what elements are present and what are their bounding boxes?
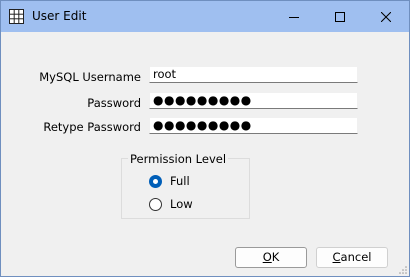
cancel-label-rest: ancel (340, 250, 372, 264)
radio-low-circle[interactable] (149, 197, 162, 211)
password-label: Password (87, 96, 141, 110)
password-input[interactable]: ●●●●●●●●● (149, 92, 358, 109)
retype-password-label: Retype Password (43, 120, 141, 134)
retype-password-input[interactable]: ●●●●●●●●● (149, 117, 358, 134)
close-button[interactable] (363, 1, 409, 32)
ok-label-rest: K (271, 250, 280, 264)
radio-low-label: Low (170, 197, 193, 211)
radio-full-label: Full (170, 174, 190, 188)
cancel-mnemonic: C (332, 250, 341, 264)
radio-full-circle[interactable] (149, 174, 162, 188)
window-title: User Edit (32, 9, 87, 23)
title-bar[interactable]: User Edit (1, 1, 409, 32)
close-icon (381, 11, 391, 22)
table-grid-icon (9, 9, 24, 24)
cancel-button[interactable]: Cancel (316, 247, 388, 268)
user-edit-dialog: User Edit MySQL Username root Password ●… (0, 0, 410, 277)
minimize-button[interactable] (271, 1, 317, 32)
username-label: MySQL Username (39, 70, 141, 84)
ok-mnemonic: O (262, 250, 272, 264)
radio-low[interactable]: Low (149, 197, 193, 211)
permission-level-legend: Permission Level (128, 152, 229, 166)
radio-full[interactable]: Full (149, 174, 190, 188)
username-input[interactable]: root (149, 66, 358, 83)
resize-grip-icon[interactable] (398, 265, 408, 275)
maximize-button[interactable] (317, 1, 363, 32)
ok-button[interactable]: OK (235, 247, 307, 268)
minimize-icon (289, 16, 299, 18)
maximize-icon (335, 11, 345, 22)
